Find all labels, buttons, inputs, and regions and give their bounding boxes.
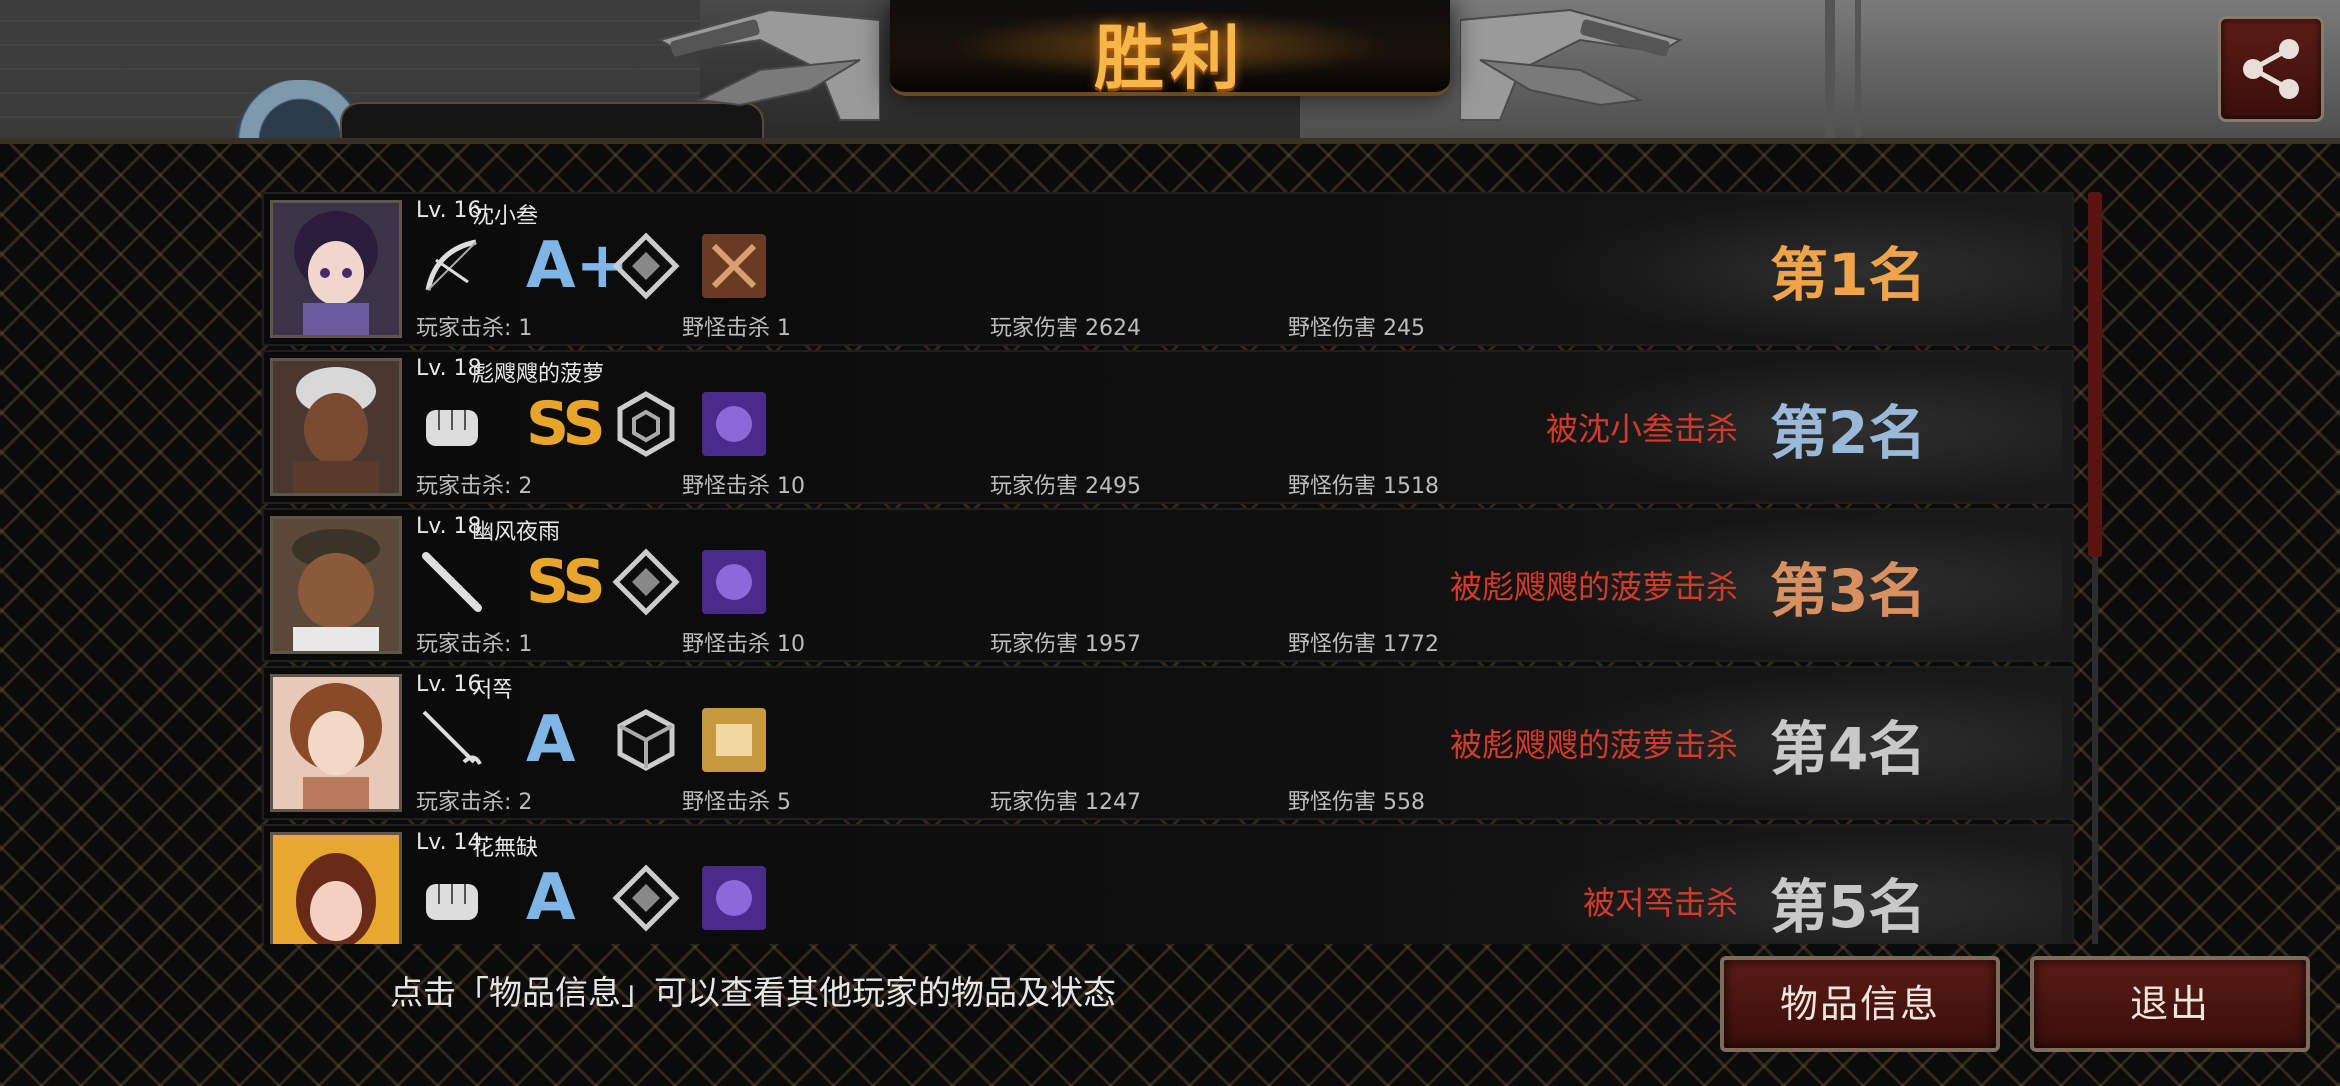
monster-kills: 野怪击杀 1 xyxy=(682,316,791,341)
player-name: 저쪽 xyxy=(472,678,513,703)
player-name: 彪飕飕的菠萝 xyxy=(472,362,605,387)
player-portrait xyxy=(270,200,402,338)
player-portrait xyxy=(270,516,402,654)
player-portrait xyxy=(270,358,402,496)
player-name: 沈小叁 xyxy=(472,204,539,229)
diamond-emblem-icon xyxy=(612,548,680,616)
bat-icon xyxy=(422,552,482,612)
right-pistol-wing-icon xyxy=(1460,8,1683,121)
player-row-1[interactable]: Lv. 16 沈小叁 A+ 玩家击杀: 1 野怪击杀 1 玩家伤害 2624 野… xyxy=(262,192,2074,346)
share-button[interactable] xyxy=(2218,16,2324,122)
ranking-list[interactable]: Lv. 16 沈小叁 A+ 玩家击杀: 1 野怪击杀 1 玩家伤害 2624 野… xyxy=(262,192,2074,944)
left-pistol-wing-icon xyxy=(657,8,880,121)
player-damage: 玩家伤害 2624 xyxy=(990,316,1141,341)
player-damage: 玩家伤害 1247 xyxy=(990,790,1141,815)
monster-damage: 野怪伤害 1518 xyxy=(1288,474,1439,499)
background-pole xyxy=(1825,0,1835,140)
monster-kills: 野怪击杀 10 xyxy=(682,632,805,657)
player-damage: 玩家伤害 1957 xyxy=(990,632,1141,657)
grade-badge: A xyxy=(526,861,576,935)
rank-label: 第1名 xyxy=(1770,241,1927,309)
grade-badge: A xyxy=(526,703,576,777)
background-building-right xyxy=(1300,0,2340,140)
hexagon-emblem-icon xyxy=(617,391,675,457)
item-info-button[interactable]: 物品信息 xyxy=(1720,956,2000,1052)
player-kills: 玩家击杀: 2 xyxy=(416,790,533,815)
purple-creature-item-icon xyxy=(702,866,766,930)
rank-label: 第4名 xyxy=(1770,715,1927,783)
player-row-2[interactable]: Lv. 18 彪飕飕的菠萝 SS 玩家击杀: 2 野怪击杀 10 玩家伤害 24… xyxy=(262,350,2074,504)
cube-emblem-icon xyxy=(617,709,675,771)
background-pole xyxy=(1855,0,1861,140)
player-name: 花無缺 xyxy=(472,836,539,861)
player-kills: 玩家击杀: 1 xyxy=(416,632,533,657)
victory-title: 胜利 xyxy=(1094,17,1246,99)
list-scrollbar-thumb[interactable] xyxy=(2088,192,2102,557)
item-info-hint: 点击「物品信息」可以查看其他玩家的物品及状态 xyxy=(390,973,1116,1012)
gold-scroll-item-icon xyxy=(702,708,766,772)
player-kills: 玩家击杀: 2 xyxy=(416,474,533,499)
rapier-icon xyxy=(422,710,482,765)
share-icon xyxy=(2243,39,2299,99)
player-portrait xyxy=(270,832,402,944)
victory-banner: 胜利 xyxy=(890,0,1450,99)
player-portrait xyxy=(270,674,402,812)
player-row-4[interactable]: Lv. 16 저쪽 A 玩家击杀: 2 野怪击杀 5 玩家伤害 1247 野怪伤… xyxy=(262,666,2074,820)
monster-kills: 野怪击杀 5 xyxy=(682,790,791,815)
diamond-emblem-icon xyxy=(612,864,680,932)
killed-by: 被저쪽击杀 xyxy=(1583,884,1738,922)
monster-damage: 野怪伤害 558 xyxy=(1288,790,1425,815)
bow-icon xyxy=(425,239,477,291)
grade-badge: SS xyxy=(526,547,606,617)
killed-by: 被彪飕飕的菠萝击杀 xyxy=(1449,568,1738,606)
player-damage: 玩家伤害 2495 xyxy=(990,474,1141,499)
monster-kills: 野怪击杀 10 xyxy=(682,474,805,499)
killed-by: 被沈小叁击杀 xyxy=(1545,410,1738,448)
purple-creature-item-icon xyxy=(702,550,766,614)
grade-badge: SS xyxy=(526,389,606,459)
monster-damage: 野怪伤害 245 xyxy=(1288,316,1425,341)
fist-icon xyxy=(426,410,478,446)
fist-icon xyxy=(426,884,478,920)
exit-button[interactable]: 退出 xyxy=(2030,956,2310,1052)
crossed-swords-item-icon xyxy=(702,234,766,298)
rank-label: 第2名 xyxy=(1770,399,1927,467)
rank-label: 第3名 xyxy=(1770,557,1927,625)
player-kills: 玩家击杀: 1 xyxy=(416,316,533,341)
killed-by: 被彪飕飕的菠萝击杀 xyxy=(1449,726,1738,764)
monster-damage: 野怪伤害 1772 xyxy=(1288,632,1439,657)
player-row-3[interactable]: Lv. 18 幽风夜雨 SS 玩家击杀: 1 野怪击杀 10 玩家伤害 1957… xyxy=(262,508,2074,662)
diamond-emblem-icon xyxy=(612,232,680,300)
purple-creature-item-icon xyxy=(702,392,766,456)
player-row-5[interactable]: Lv. 14 花無缺 A 被저쪽击杀 第5名 xyxy=(262,824,2074,944)
rank-label: 第5名 xyxy=(1770,873,1927,941)
player-name: 幽风夜雨 xyxy=(472,520,561,545)
